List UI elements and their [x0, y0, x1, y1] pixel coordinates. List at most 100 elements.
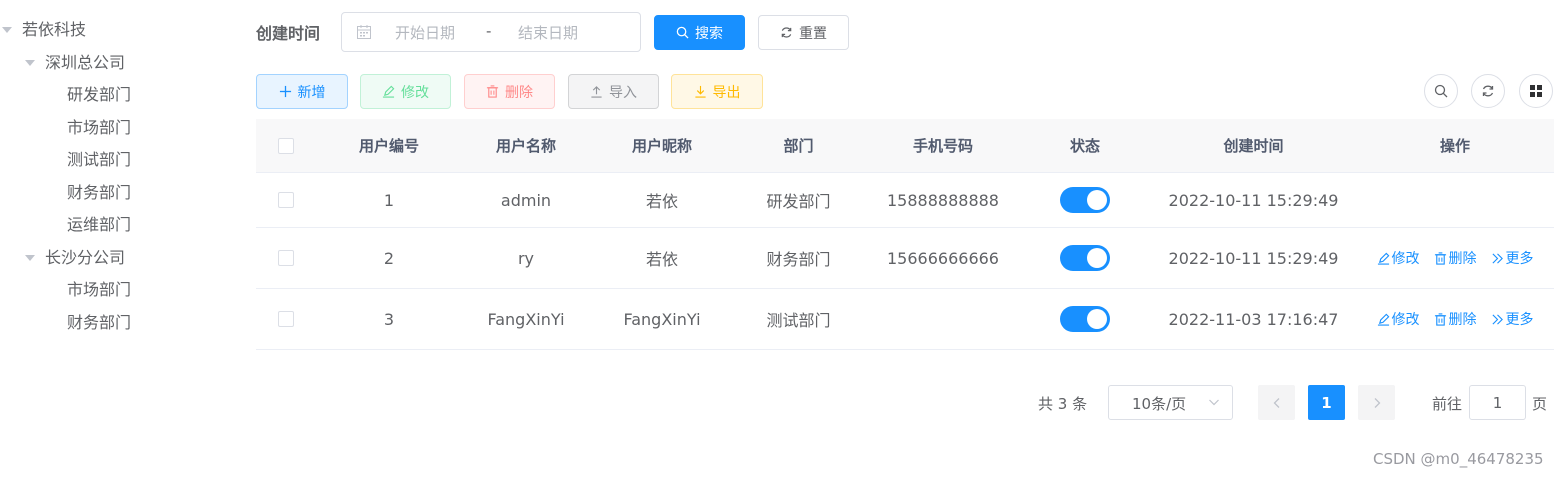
reset-button-label: 重置	[799, 25, 827, 42]
reset-button[interactable]: 重置	[758, 15, 849, 50]
tree-node-label: 测试部门	[67, 150, 132, 169]
delete-button[interactable]: 删除	[464, 74, 555, 109]
row-select-cell	[256, 228, 320, 288]
tree-node-label: 研发部门	[67, 85, 132, 104]
created-time-cell: 2022-10-11 15:29:49	[1168, 190, 1339, 210]
phone-cell: 15666666666	[887, 248, 999, 268]
user-id-cell: 2	[383, 248, 395, 268]
status-cell	[1019, 228, 1151, 288]
trash-icon	[1434, 251, 1446, 265]
row-more-label: 更多	[1505, 251, 1534, 267]
tree-node-cs-market[interactable]: 市场部门	[0, 274, 230, 307]
column-header: 用户昵称	[631, 137, 692, 155]
search-icon	[676, 26, 689, 39]
column-header: 用户编号	[358, 137, 419, 155]
status-switch[interactable]	[1060, 245, 1110, 271]
chevron-right-icon	[1374, 397, 1380, 408]
add-button[interactable]: 新增	[256, 74, 348, 109]
import-button[interactable]: 导入	[568, 74, 659, 109]
tree-node-label: 市场部门	[67, 280, 132, 299]
tree-node-sz-rd[interactable]: 研发部门	[0, 79, 230, 112]
edit-icon	[382, 85, 395, 98]
refresh-table-button[interactable]	[1471, 74, 1505, 108]
export-button[interactable]: 导出	[671, 74, 763, 109]
prev-page-button[interactable]	[1258, 385, 1295, 420]
edit-icon	[1377, 313, 1389, 326]
ops-cell	[1356, 173, 1554, 227]
user-table: 用户编号 用户名称 用户昵称 部门 手机号码 状态 创建时间 操作 1 admi…	[256, 119, 1554, 350]
column-header: 手机号码	[912, 137, 973, 155]
status-switch[interactable]	[1060, 306, 1110, 332]
status-cell	[1019, 173, 1151, 227]
next-page-button[interactable]	[1358, 385, 1395, 420]
select-all-checkbox[interactable]	[278, 137, 294, 154]
page-size-value: 10条/页	[1132, 395, 1187, 413]
phone-cell	[867, 289, 1019, 349]
tree-node-label: 长沙分公司	[45, 247, 126, 267]
nickname-cell: FangXinYi	[623, 309, 701, 329]
trash-icon	[1434, 312, 1446, 326]
nickname-cell: 若依	[645, 192, 678, 211]
add-button-label: 新增	[297, 84, 326, 101]
start-date-input[interactable]: 开始日期	[395, 22, 455, 43]
download-icon	[694, 85, 706, 98]
row-select-cell	[256, 289, 320, 349]
caret-down-icon[interactable]	[25, 59, 35, 66]
calendar-icon	[357, 25, 371, 39]
tree-node-sz-market[interactable]: 市场部门	[0, 112, 230, 145]
caret-down-icon[interactable]	[25, 254, 35, 261]
row-checkbox[interactable]	[278, 250, 294, 266]
tree-node-sz-test[interactable]: 测试部门	[0, 144, 230, 177]
end-date-input[interactable]: 结束日期	[518, 22, 578, 43]
columns-button[interactable]	[1519, 74, 1553, 108]
tree-node-root[interactable]: 若依科技	[0, 14, 230, 47]
row-edit-link[interactable]: 修改	[1377, 309, 1420, 329]
table-row: 1 admin 若依 研发部门 15888888888 2022-10-11 1…	[256, 173, 1554, 228]
date-range-picker[interactable]: 开始日期 - 结束日期	[341, 12, 641, 52]
goto-page-input[interactable]	[1469, 385, 1526, 420]
row-checkbox[interactable]	[278, 311, 294, 327]
page-size-select[interactable]: 10条/页	[1108, 385, 1233, 420]
ops-cell: 修改 删除 更多	[1356, 289, 1554, 349]
row-delete-link[interactable]: 删除	[1434, 309, 1477, 329]
tree-node-label: 市场部门	[67, 117, 132, 137]
goto-label: 前往	[1432, 395, 1463, 413]
watermark: CSDN @m0_46478235	[1373, 450, 1544, 468]
tree-node-sz-ops[interactable]: 运维部门	[0, 209, 230, 242]
user-id-cell: 1	[383, 190, 395, 210]
tree-node-label: 财务部门	[67, 182, 132, 202]
search-button[interactable]: 搜索	[654, 15, 745, 50]
status-switch[interactable]	[1060, 187, 1110, 213]
table-row: 2 ry 若依 财务部门 15666666666 2022-10-11 15:2…	[256, 228, 1554, 289]
row-checkbox[interactable]	[278, 192, 294, 208]
row-more-link[interactable]: 更多	[1491, 309, 1534, 329]
page-number-current[interactable]: 1	[1308, 385, 1345, 420]
table-row: 3 FangXinYi FangXinYi 测试部门 2022-11-03 17…	[256, 289, 1554, 350]
edit-button[interactable]: 修改	[360, 74, 451, 109]
caret-down-icon[interactable]	[2, 27, 12, 33]
page-suffix-label: 页	[1532, 395, 1548, 413]
column-header: 部门	[783, 137, 814, 155]
export-button-label: 导出	[712, 84, 741, 101]
dept-cell: 财务部门	[766, 250, 831, 269]
phone-cell: 15888888888	[887, 190, 999, 210]
double-chevron-right-icon	[1491, 313, 1503, 325]
tree-node-changsha[interactable]: 长沙分公司	[0, 242, 230, 275]
tree-node-label: 运维部门	[67, 215, 132, 234]
ops-cell: 修改 删除 更多	[1356, 228, 1554, 288]
column-header: 状态	[1069, 137, 1100, 155]
double-chevron-right-icon	[1491, 252, 1503, 264]
tree-node-sz-finance[interactable]: 财务部门	[0, 177, 230, 210]
status-cell	[1019, 289, 1151, 349]
delete-button-label: 删除	[505, 84, 533, 101]
tree-node-cs-finance[interactable]: 财务部门	[0, 307, 230, 340]
row-more-link[interactable]: 更多	[1491, 248, 1534, 268]
row-more-label: 更多	[1505, 312, 1534, 328]
row-select-cell	[256, 173, 320, 227]
tree-node-shenzhen[interactable]: 深圳总公司	[0, 47, 230, 80]
user-id-cell: 3	[383, 309, 395, 329]
row-delete-link[interactable]: 删除	[1434, 248, 1477, 268]
row-edit-link[interactable]: 修改	[1377, 248, 1420, 268]
row-edit-label: 修改	[1391, 312, 1420, 328]
toggle-search-button[interactable]	[1424, 74, 1458, 108]
